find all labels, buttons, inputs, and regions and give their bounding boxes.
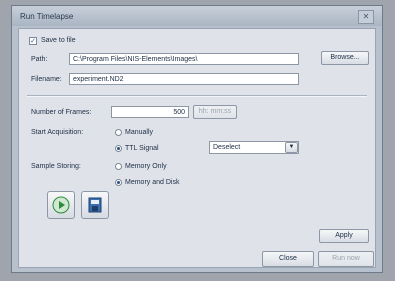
frames-label: Number of Frames:	[31, 109, 92, 116]
close-button[interactable]: Close	[262, 251, 314, 267]
run-timelapse-dialog: Run Timelapse ✕ ✓ Save to file Path: C:\…	[11, 5, 383, 273]
filename-label: Filename:	[31, 76, 62, 83]
memory-only-label: Memory Only	[125, 163, 167, 170]
frames-input[interactable]: 500	[111, 106, 189, 118]
dialog-content: ✓ Save to file Path: C:\Program Files\NI…	[18, 28, 376, 268]
path-input[interactable]: C:\Program Files\NIS-Elements\Images\	[69, 53, 299, 65]
ttl-signal-label: TTL Signal	[125, 145, 159, 152]
chevron-down-icon[interactable]: ▼	[285, 142, 298, 153]
time-unit-button[interactable]: hh: mm:ss	[193, 105, 237, 119]
filename-input[interactable]: experiment.ND2	[69, 73, 299, 85]
ttl-dropdown-value: Deselect	[213, 144, 241, 151]
section-divider	[27, 95, 367, 97]
path-label: Path:	[31, 56, 48, 63]
save-stack-icon	[88, 197, 102, 213]
run-now-button[interactable]: Run now	[318, 251, 374, 267]
start-acquisition-label: Start Acquisition:	[31, 129, 84, 136]
manually-label: Manually	[125, 129, 154, 136]
title-bar[interactable]: Run Timelapse ✕	[12, 6, 382, 26]
ttl-signal-radio[interactable]	[115, 145, 122, 152]
play-button[interactable]	[47, 191, 75, 219]
close-icon[interactable]: ✕	[358, 10, 374, 24]
browse-button[interactable]: Browse...	[321, 51, 369, 65]
apply-button[interactable]: Apply	[319, 229, 369, 243]
memory-and-disk-label: Memory and Disk	[125, 179, 180, 186]
save-stack-button[interactable]	[81, 191, 109, 219]
sample-storing-label: Sample Storing:	[31, 163, 81, 170]
save-to-file-checkbox[interactable]: ✓	[29, 37, 37, 45]
memory-and-disk-radio[interactable]	[115, 179, 122, 186]
memory-only-radio[interactable]	[115, 163, 122, 170]
save-to-file-label: Save to file	[41, 37, 76, 44]
play-icon	[52, 196, 70, 214]
dialog-title: Run Timelapse	[20, 12, 74, 21]
manually-radio[interactable]	[115, 129, 122, 136]
